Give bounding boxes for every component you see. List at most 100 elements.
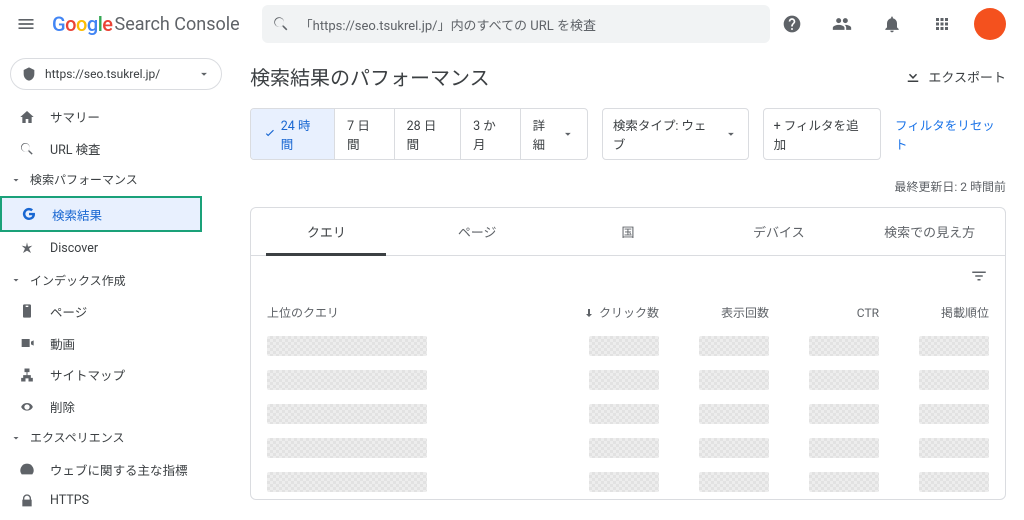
col-query[interactable]: 上位のクエリ [267,304,549,321]
add-filter-button[interactable]: + フィルタを追加 [763,108,881,160]
last-updated-text: 最終更新日: 2 時間前 [250,178,1006,195]
people-icon [832,14,852,34]
sidebar: https://seo.tsukrel.jp/ サマリー URL 検査 検索パフ… [0,48,232,520]
redacted-value [589,370,659,390]
sidebar-section-experience[interactable]: エクスペリエンス [0,424,232,452]
dimension-tab[interactable]: クエリ [251,208,402,255]
check-icon [263,127,277,141]
date-range-option[interactable]: 28 日間 [395,109,461,159]
search-type-chip[interactable]: 検索タイプ: ウェブ [602,108,749,160]
redacted-value [589,404,659,424]
date-range-option[interactable]: 3 か月 [461,109,521,159]
date-range-label: 3 か月 [473,115,508,153]
redacted-query [267,404,427,424]
sidebar-section-label: エクスペリエンス [30,429,125,446]
redacted-query [267,472,427,492]
google-wordmark: Google [52,12,113,36]
product-logo: Google Search Console [52,12,240,36]
dimension-tab[interactable]: 国 [553,208,704,255]
sidebar-section-indexing[interactable]: インデックス作成 [0,266,232,294]
date-range-label: 28 日間 [407,115,448,153]
page-title: 検索結果のパフォーマンス [250,62,490,91]
redacted-value [699,404,769,424]
date-range-option[interactable]: 詳細 [521,109,587,159]
sidebar-item-pages[interactable]: ページ [0,296,214,326]
reset-filters-link[interactable]: フィルタをリセット [895,115,1006,153]
col-ctr[interactable]: CTR [769,304,879,321]
sidebar-section-label: インデックス作成 [30,272,126,289]
sitemap-icon [19,367,35,383]
download-icon [904,67,922,85]
sidebar-item-sitemaps[interactable]: サイトマップ [0,360,214,390]
help-button[interactable] [774,6,810,42]
sidebar-item-url-inspect[interactable]: URL 検査 [0,134,214,164]
lock-icon [19,493,35,509]
date-range-option[interactable]: 24 時間 [251,109,335,159]
redacted-value [699,336,769,356]
help-icon [782,14,802,34]
sidebar-item-videos[interactable]: 動画 [0,328,214,358]
table-row[interactable] [251,363,1005,397]
home-icon [19,109,35,125]
chevron-down-icon [561,127,575,141]
redacted-value [809,438,879,458]
apps-grid-icon [933,15,951,33]
sidebar-label: HTTPS [50,493,89,508]
eye-off-icon [19,399,35,415]
menu-button[interactable] [8,6,44,42]
redacted-value [589,438,659,458]
date-range-label: 24 時間 [281,115,322,153]
add-filter-label: + フィルタを追加 [774,115,870,153]
data-card: クエリページ国デバイス検索での見え方 上位のクエリ クリック数 表示回数 CTR… [250,207,1006,500]
sidebar-label: 削除 [50,397,75,416]
url-inspect-searchbar[interactable]: 「https://seo.tsukrel.jp/」内のすべての URL を検査 [262,5,770,43]
users-button[interactable] [824,6,860,42]
sidebar-item-search-results[interactable]: 検索結果 [2,198,200,230]
table-filter-button[interactable] [965,262,993,290]
property-selector[interactable]: https://seo.tsukrel.jp/ [10,58,222,90]
table-row[interactable] [251,329,1005,363]
g-logo-icon [21,206,37,222]
table-row[interactable] [251,465,1005,499]
col-position[interactable]: 掲載順位 [879,304,989,321]
sidebar-label: ウェブに関する主な指標 [50,460,188,479]
dimension-tab[interactable]: デバイス [703,208,854,255]
col-impressions[interactable]: 表示回数 [659,304,769,321]
notifications-button[interactable] [874,6,910,42]
chevron-down-icon [10,432,22,444]
bell-icon [882,14,902,34]
pages-icon [19,303,35,319]
speed-icon [19,461,35,477]
table-header-row: 上位のクエリ クリック数 表示回数 CTR 掲載順位 [251,296,1005,329]
redacted-value [919,472,989,492]
domain-icon [21,66,37,82]
redacted-value [919,370,989,390]
dimension-tab[interactable]: 検索での見え方 [854,208,1005,255]
sidebar-item-cwv[interactable]: ウェブに関する主な指標 [0,454,214,484]
sidebar-item-https[interactable]: HTTPS [0,486,214,516]
apps-button[interactable] [924,6,960,42]
table-row[interactable] [251,397,1005,431]
sidebar-label: サイトマップ [50,365,125,384]
sidebar-section-performance[interactable]: 検索パフォーマンス [0,166,232,194]
redacted-value [809,336,879,356]
col-clicks[interactable]: クリック数 [549,304,659,321]
chevron-down-icon [10,174,22,186]
sidebar-item-summary[interactable]: サマリー [0,102,214,132]
export-button[interactable]: エクスポート [904,67,1006,86]
arrow-down-icon [583,307,595,319]
redacted-value [919,438,989,458]
sidebar-item-discover[interactable]: Discover [0,234,214,264]
redacted-value [589,336,659,356]
chevron-down-icon [197,67,211,81]
account-avatar[interactable] [974,8,1006,40]
search-icon [272,15,290,33]
redacted-value [699,370,769,390]
table-row[interactable] [251,431,1005,465]
redacted-value [809,472,879,492]
dimension-tab[interactable]: ページ [402,208,553,255]
sidebar-item-removals[interactable]: 削除 [0,392,214,422]
date-range-option[interactable]: 7 日間 [335,109,395,159]
filter-list-icon [970,267,988,285]
sidebar-label: サマリー [50,107,100,126]
